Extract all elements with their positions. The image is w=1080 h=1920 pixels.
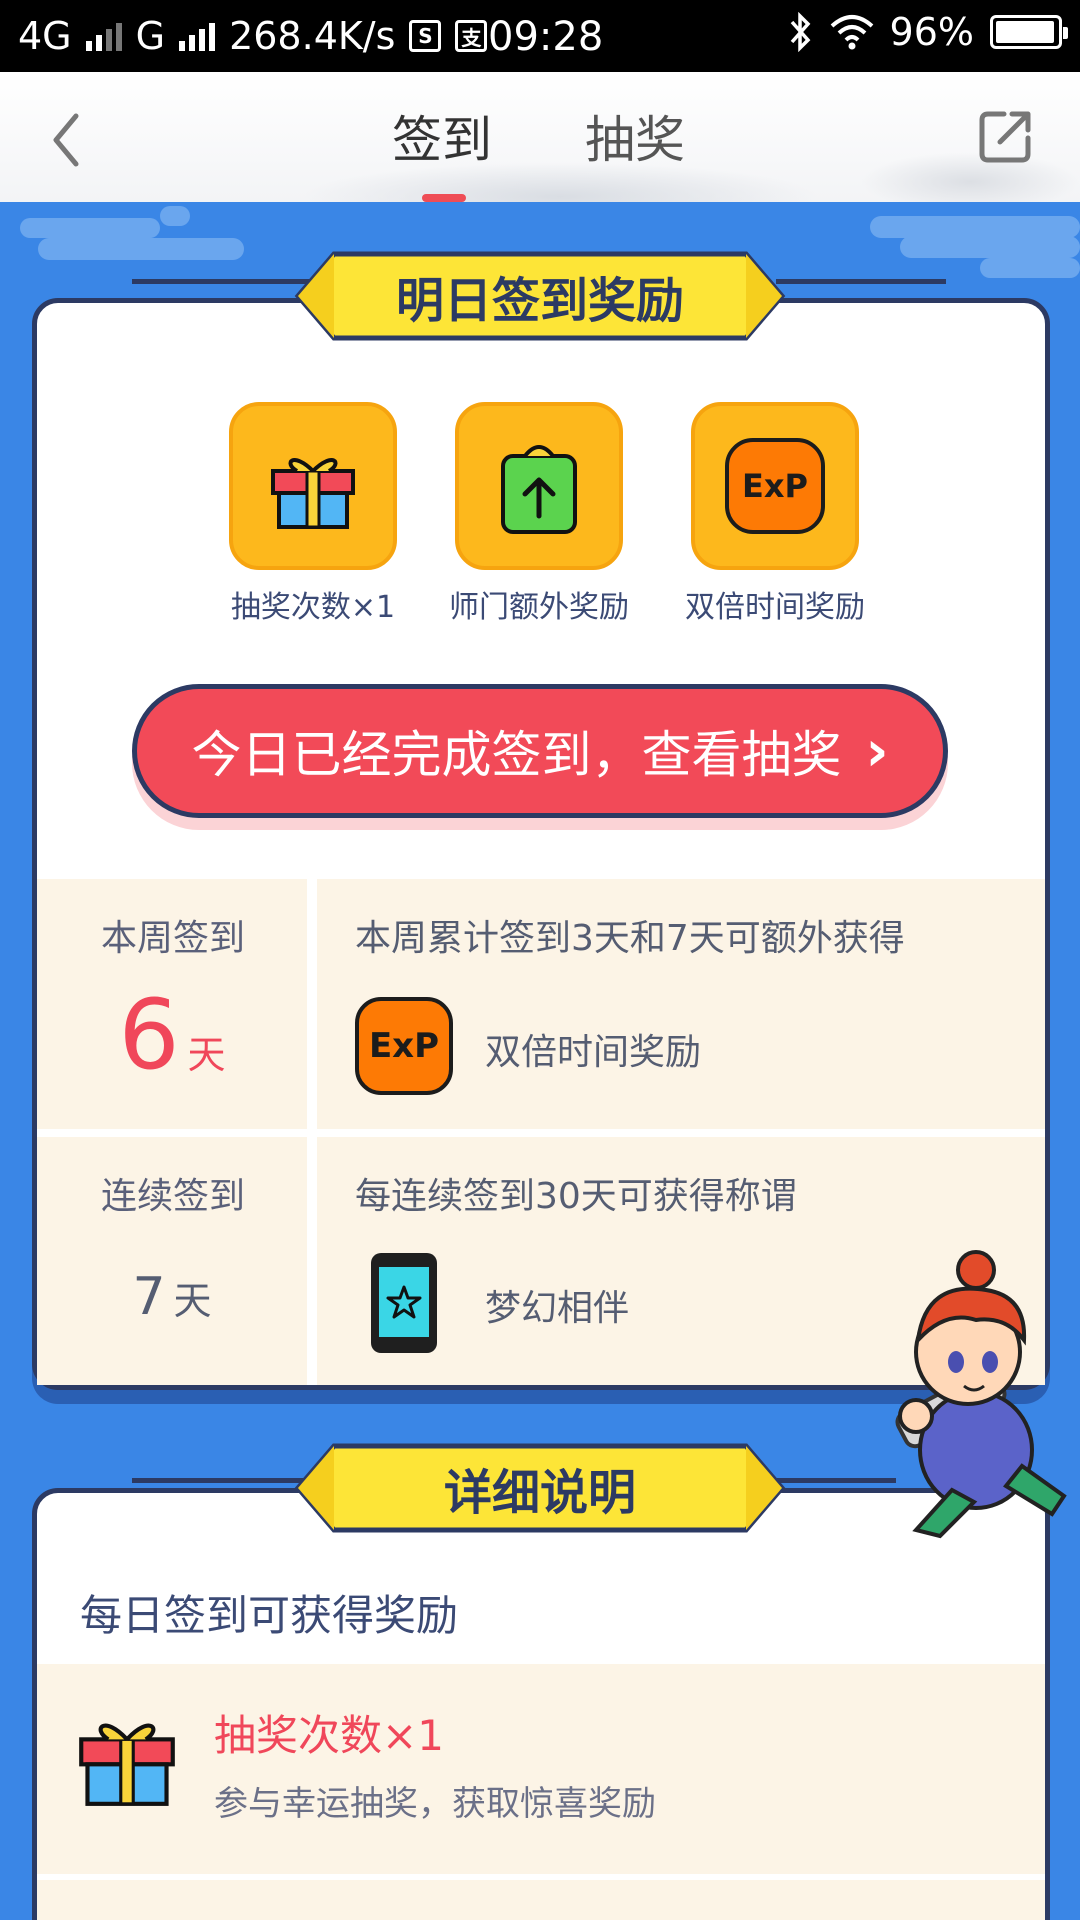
share-icon[interactable] — [978, 108, 1034, 164]
reward-item[interactable]: ExP 双倍时间奖励 — [680, 402, 870, 626]
wifi-icon — [830, 15, 873, 50]
reward-row: 抽奖次数×1 师门额外奖励 ExP 双倍时间奖励 — [218, 402, 865, 625]
battery-fill — [996, 21, 1054, 43]
weekly-count-unit: 天 — [187, 1033, 226, 1077]
detail-item-next — [37, 1880, 1045, 1920]
cloud-decoration — [870, 216, 1080, 238]
cloud-decoration — [38, 238, 244, 260]
reward-item[interactable]: 师门额外奖励 — [444, 402, 634, 626]
exp-icon: ExP — [691, 402, 859, 570]
exp-text: ExP — [725, 438, 825, 534]
gift-icon — [229, 402, 397, 570]
details-title: 详细说明 — [443, 1465, 636, 1521]
network-type-label-2: G — [135, 14, 166, 58]
network-speed: 268.4K/s — [229, 14, 396, 58]
weekly-reward-label: 双倍时间奖励 — [485, 1032, 702, 1073]
signal-icon-2 — [179, 21, 216, 51]
streak-desc: 每连续签到30天可获得称谓 — [355, 1176, 797, 1217]
reward-item[interactable]: 抽奖次数×1 — [218, 402, 408, 626]
phone-star-icon — [371, 1253, 437, 1353]
tomorrow-reward-title: 明日签到奖励 — [395, 273, 684, 329]
detail-item-name: 抽奖次数×1 — [214, 1711, 444, 1760]
network-type-label: 4G — [18, 14, 72, 58]
reward-label: 双倍时间奖励 — [685, 590, 865, 625]
notification-s-icon: S — [409, 20, 442, 52]
ribbon-line — [776, 279, 946, 284]
exp-icon: ExP — [355, 997, 453, 1095]
details-section-title: 每日签到可获得奖励 — [80, 1591, 459, 1640]
reward-label: 师门额外奖励 — [449, 590, 629, 625]
streak-count: 7天 — [37, 1267, 307, 1327]
weekly-count: 6天 — [37, 979, 307, 1091]
mascot-character-image — [895, 1250, 1067, 1539]
header-decoration-right — [860, 152, 1080, 202]
gift-icon — [79, 1723, 175, 1806]
streak-count-number: 7 — [132, 1267, 166, 1327]
notification-alipay-icon: 支 — [455, 20, 488, 52]
clock: 09:28 — [488, 14, 604, 60]
status-bar: 4G G 268.4K/s S 支 09:28 96% — [0, 0, 1080, 72]
weekly-title: 本周签到 — [101, 918, 246, 959]
details-banner: 详细说明 — [292, 1442, 788, 1534]
ribbon-line — [132, 279, 312, 284]
header-decoration — [300, 162, 820, 202]
streak-count-unit: 天 — [173, 1279, 212, 1323]
bag-arrow-icon — [455, 402, 623, 570]
tomorrow-reward-banner: 明日签到奖励 — [292, 250, 788, 342]
tab-lottery[interactable]: 抽奖 — [585, 100, 685, 172]
tab-sign-in[interactable]: 签到 — [392, 100, 492, 172]
reward-label: 抽奖次数×1 — [230, 590, 396, 625]
view-lottery-label: 今日已经完成签到，查看抽奖 — [191, 726, 842, 784]
signal-icon — [85, 21, 122, 51]
weekly-count-number: 6 — [118, 979, 180, 1091]
detail-item — [37, 1664, 1045, 1874]
cloud-decoration — [980, 258, 1080, 278]
active-tab-indicator — [422, 194, 466, 202]
streak-title: 连续签到 — [101, 1176, 246, 1217]
detail-item-desc: 参与幸运抽奖，获取惊喜奖励 — [214, 1784, 656, 1824]
chevron-right-icon: › — [865, 718, 889, 784]
ribbon-line — [132, 1478, 312, 1483]
streak-reward-label: 梦幻相伴 — [485, 1288, 630, 1329]
battery-icon — [990, 15, 1068, 49]
cloud-decoration — [160, 206, 190, 226]
weekly-desc: 本周累计签到3天和7天可额外获得 — [355, 918, 905, 959]
battery-percent: 96% — [889, 10, 974, 54]
top-navigation: 签到 抽奖 — [0, 72, 1080, 202]
bluetooth-icon — [790, 12, 810, 52]
cloud-decoration — [900, 236, 1080, 258]
cloud-decoration — [20, 218, 160, 238]
view-lottery-button[interactable]: 今日已经完成签到，查看抽奖 › — [132, 684, 948, 818]
back-icon[interactable] — [46, 110, 86, 170]
